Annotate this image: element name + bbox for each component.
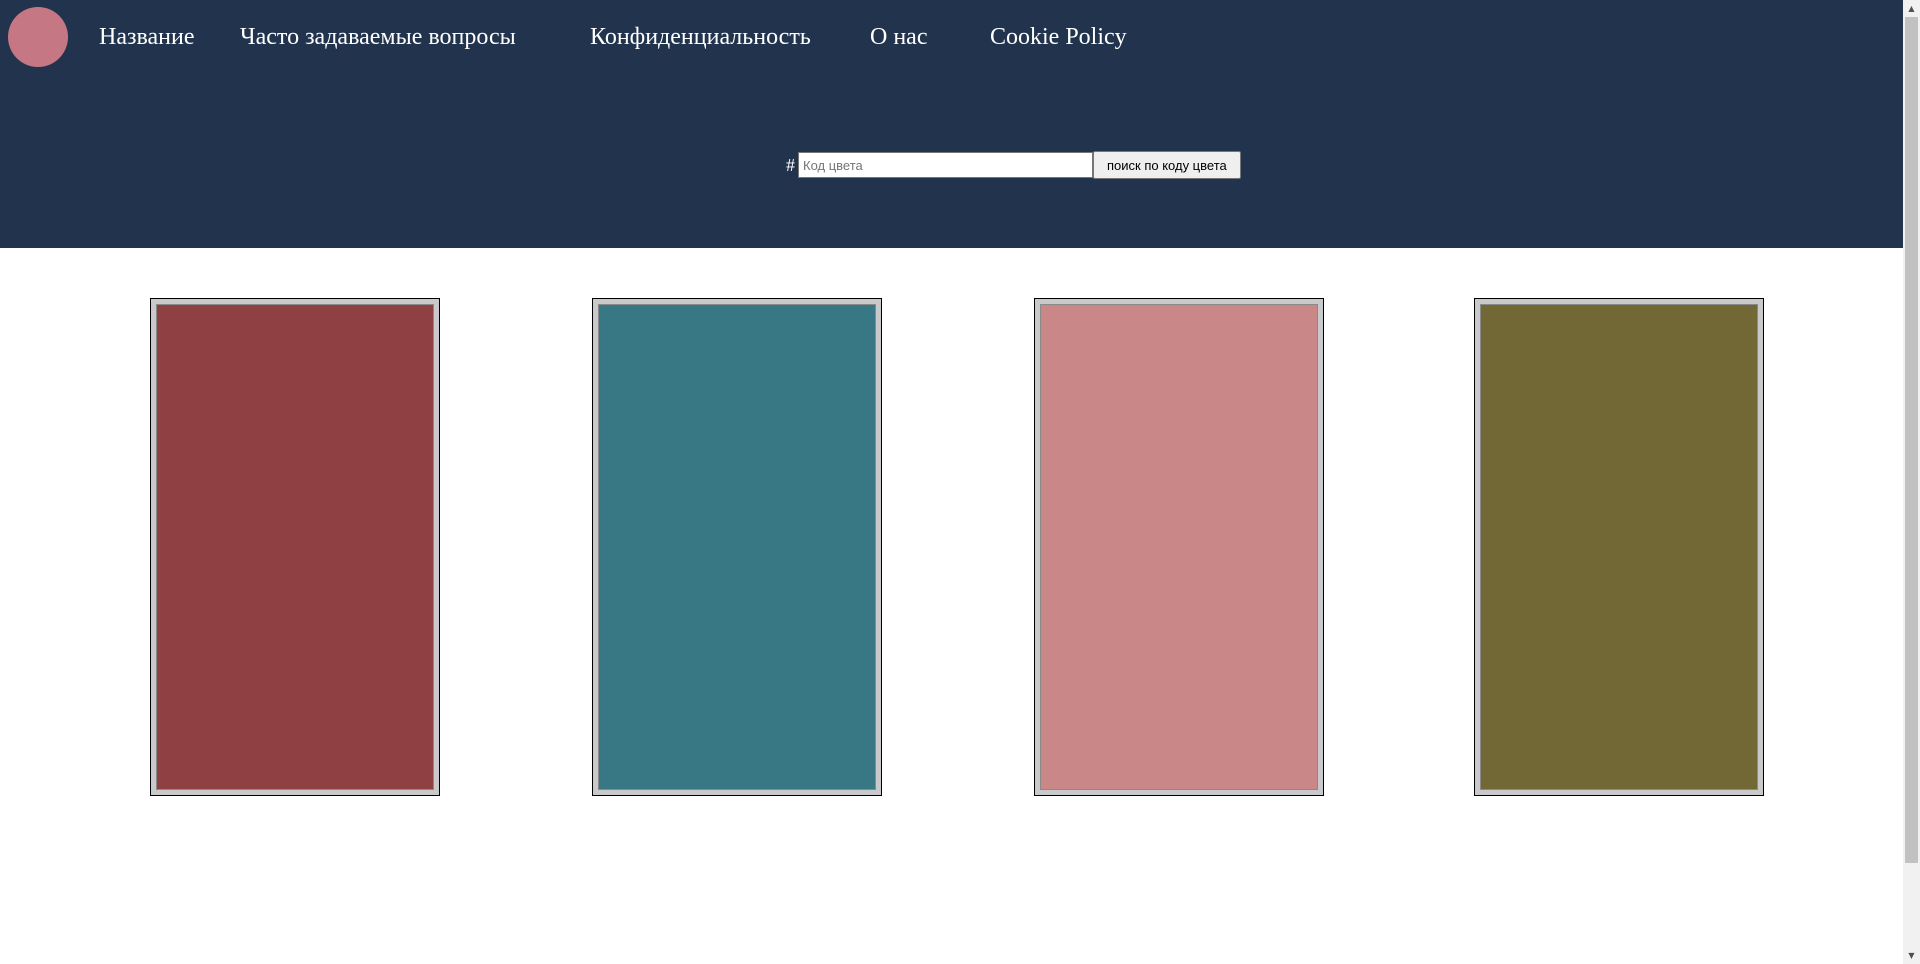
search-by-color-code-button[interactable]: поиск по коду цвета	[1093, 151, 1241, 179]
nav-link-privacy[interactable]: Конфиденциальность	[590, 22, 811, 52]
nav-link-cookie-policy[interactable]: Cookie Policy	[990, 22, 1127, 52]
vertical-scrollbar[interactable]: ▲ ▼	[1903, 0, 1920, 964]
color-swatch	[1480, 304, 1758, 790]
color-code-input[interactable]	[798, 152, 1093, 178]
color-search-form: # поиск по коду цвета	[786, 150, 1241, 180]
nav-link-title[interactable]: Название	[99, 22, 194, 52]
logo[interactable]	[8, 7, 68, 67]
arrow-down-icon[interactable]: ▼	[1903, 947, 1920, 964]
site-header: Название Часто задаваемые вопросы Конфид…	[0, 0, 1903, 248]
scrollbar-thumb[interactable]	[1905, 17, 1918, 863]
nav-link-about[interactable]: О нас	[870, 22, 927, 52]
hash-prefix: #	[786, 154, 795, 175]
color-card[interactable]	[592, 298, 882, 796]
color-swatch	[156, 304, 434, 790]
arrow-up-icon[interactable]: ▲	[1903, 0, 1920, 17]
color-swatch	[1040, 304, 1318, 790]
nav-link-faq[interactable]: Часто задаваемые вопросы	[240, 22, 516, 52]
color-card[interactable]	[1034, 298, 1324, 796]
color-card[interactable]	[1474, 298, 1764, 796]
color-card[interactable]	[150, 298, 440, 796]
page: Название Часто задаваемые вопросы Конфид…	[0, 0, 1903, 964]
color-swatch	[598, 304, 876, 790]
